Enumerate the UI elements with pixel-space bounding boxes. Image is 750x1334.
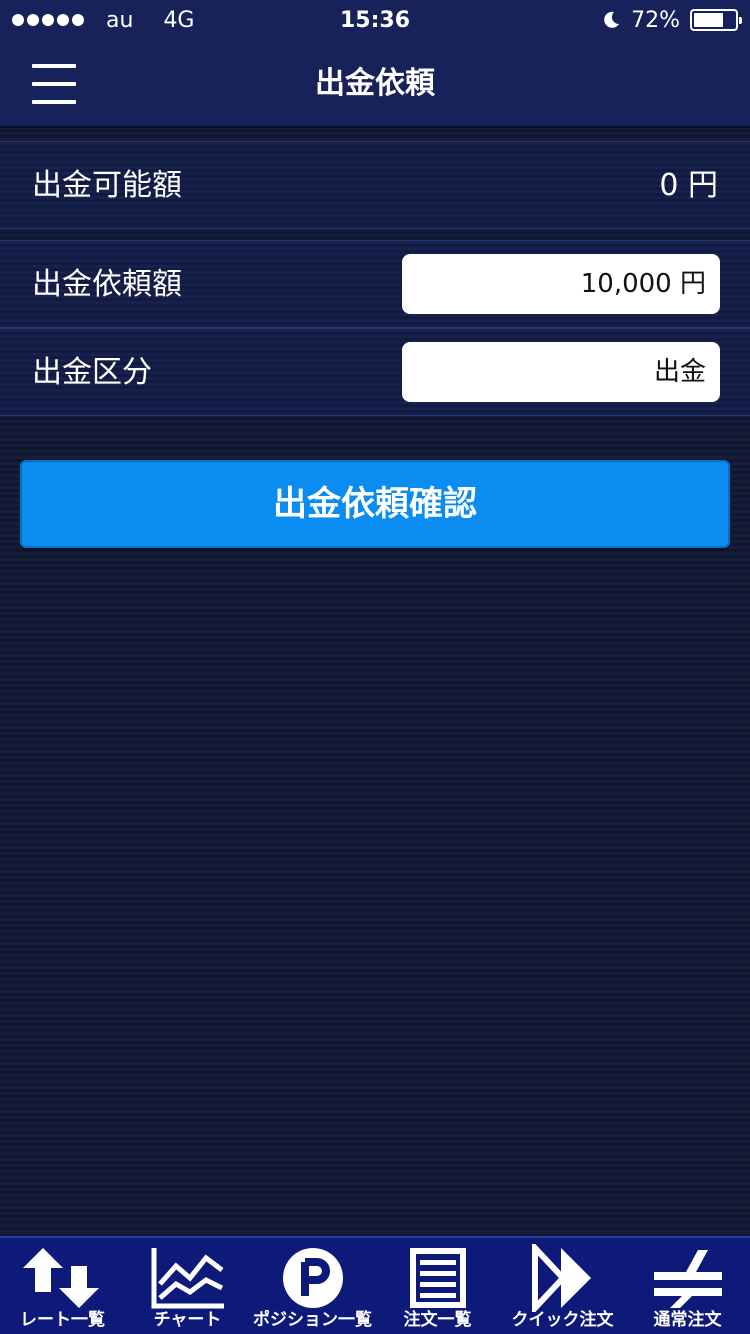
tab-label: レート一覧 [20, 1310, 105, 1330]
available-amount-row: 出金可能額 0 円 [0, 141, 750, 229]
withdrawal-category-label: 出金区分 [32, 355, 152, 390]
tab-chart[interactable]: チャート [125, 1238, 250, 1334]
tab-label: チャート [153, 1310, 222, 1330]
app-root: au 4G 15:36 72% 出金依頼 出金可能額 0 円 出金依頼額 10,… [0, 0, 750, 1334]
tab-label: ポジション一覧 [253, 1310, 372, 1330]
tab-position-list[interactable]: ポジション一覧 [250, 1238, 375, 1334]
request-amount-field[interactable]: 10,000 円 [402, 254, 720, 314]
order-list-icon [409, 1248, 466, 1308]
withdrawal-category-row: 出金区分 出金 [0, 328, 750, 416]
tab-label: 注文一覧 [403, 1310, 472, 1330]
available-amount-value: 0 円 [659, 168, 718, 203]
moon-icon [604, 11, 620, 28]
request-amount-label: 出金依頼額 [32, 267, 182, 302]
position-icon [282, 1248, 343, 1308]
available-amount-label: 出金可能額 [32, 168, 182, 203]
battery-fill [694, 13, 723, 27]
rate-list-icon [22, 1248, 99, 1308]
request-amount-row: 出金依頼額 10,000 円 [0, 240, 750, 328]
nav-bar: 出金依頼 [0, 40, 750, 128]
status-bar: au 4G 15:36 72% [0, 0, 750, 40]
status-right: 72% [601, 7, 742, 33]
tab-rate-list[interactable]: レート一覧 [0, 1238, 125, 1334]
battery-icon [690, 9, 742, 31]
tab-order-list[interactable]: 注文一覧 [375, 1238, 500, 1334]
withdrawal-category-select[interactable]: 出金 [402, 342, 720, 402]
tab-quick-order[interactable]: クイック注文 [500, 1238, 625, 1334]
battery-percent: 72% [631, 7, 680, 33]
normal-order-icon [653, 1250, 722, 1308]
page-title: 出金依頼 [315, 66, 435, 101]
quick-order-icon [531, 1244, 591, 1312]
confirm-withdrawal-button[interactable]: 出金依頼確認 [20, 460, 730, 548]
chart-icon [151, 1248, 224, 1309]
tab-normal-order[interactable]: 通常注文 [625, 1238, 750, 1334]
tab-bar: レート一覧 チャート ポジション一覧 注文一覧 クイック注文 通常注文 [0, 1236, 750, 1334]
tab-label: クイック注文 [511, 1310, 614, 1330]
tab-label: 通常注文 [653, 1310, 722, 1330]
